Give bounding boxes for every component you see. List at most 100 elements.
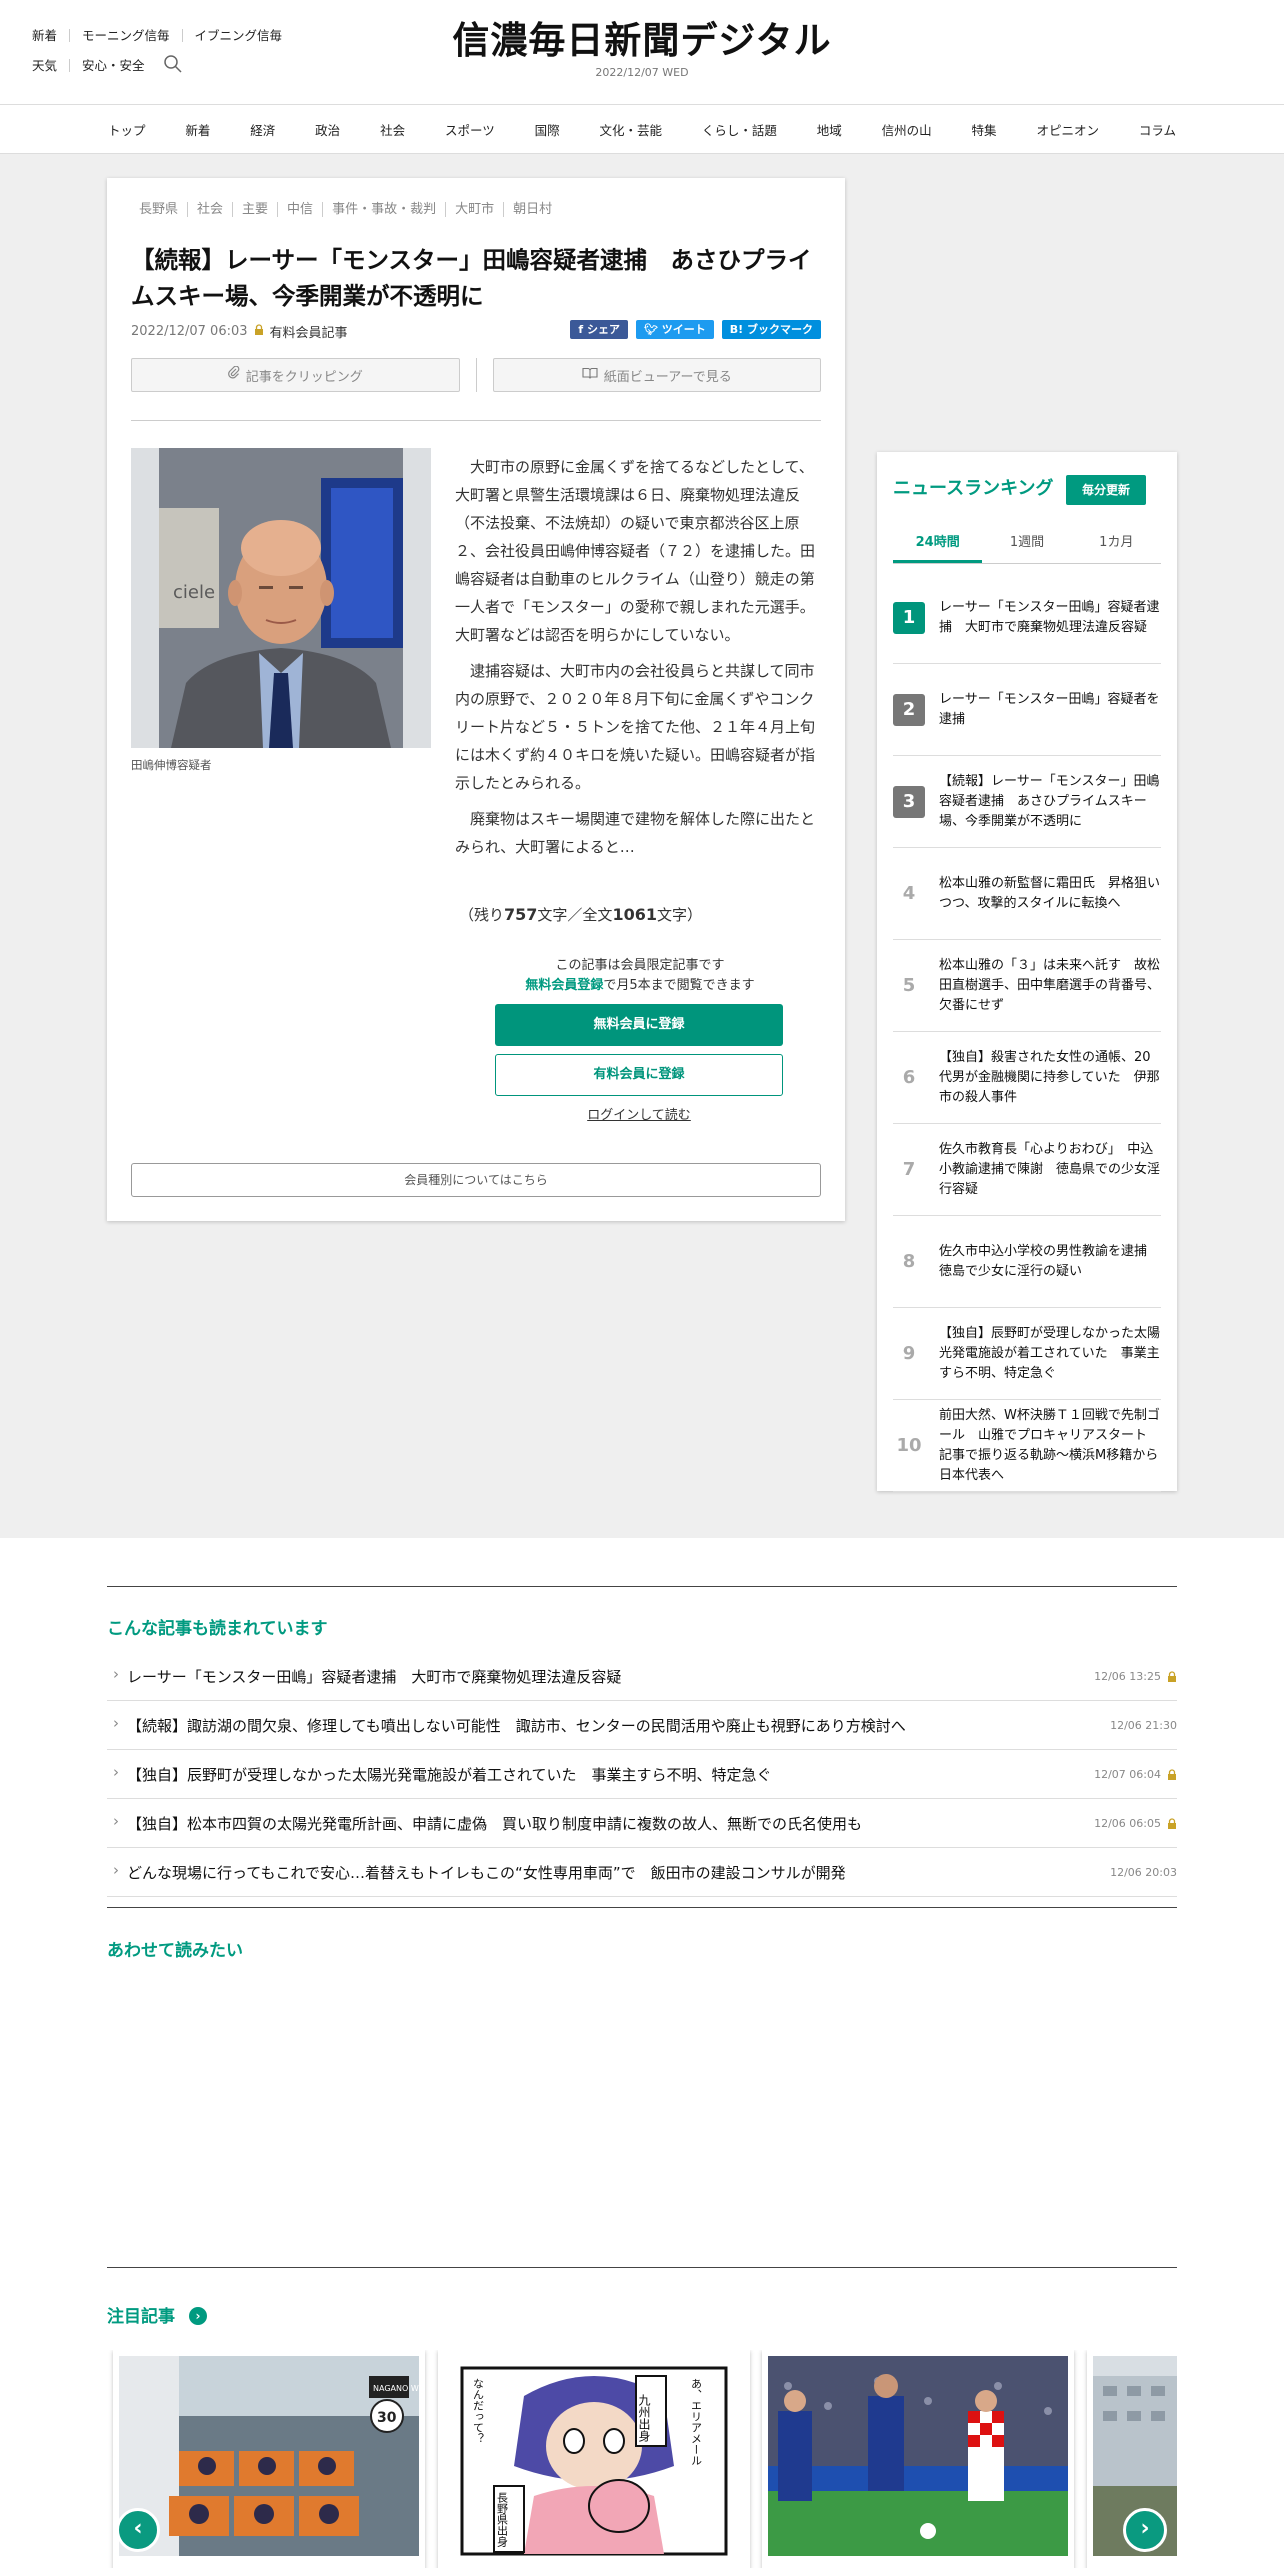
ranking-number: 10	[896, 1434, 922, 1456]
clip-icon	[227, 365, 240, 384]
free-signup-link[interactable]: 無料会員登録	[525, 978, 603, 993]
main-nav: トップ 新着 経済 政治 社会 スポーツ 国際 文化・芸能 くらし・話題 地域 信州の山 特集 オピニオ…	[0, 104, 1284, 154]
nav-item[interactable]: 地域	[803, 120, 856, 139]
tab-24h[interactable]: 24時間	[893, 532, 983, 563]
ranking-title: 佐久市教育長「心よりおわび」 中込小教諭逮捕で陳謝 徳島県での少女淫行容疑	[939, 1141, 1161, 1197]
list-item[interactable]: どんな現場に行ってもこれで安心…着替えもトイレもこの“女性専用車両”で 飯田市の…	[107, 1848, 1177, 1897]
member-types-button[interactable]: 会員種別についてはこちら	[131, 1163, 821, 1197]
twitter-share-button[interactable]: 🐦︎ ツイート	[635, 320, 714, 339]
login-link[interactable]: ログインして読む	[495, 1104, 783, 1123]
remaining-prefix: （残り	[459, 906, 505, 924]
tab-1week[interactable]: 1週間	[982, 532, 1071, 563]
header-link-new[interactable]: 新着	[32, 29, 69, 42]
article-tag[interactable]: 社会	[187, 202, 232, 217]
header-link-weather[interactable]: 天気	[32, 59, 69, 72]
tab-1month[interactable]: 1カ月	[1072, 532, 1161, 563]
article-tag[interactable]: 朝日村	[503, 202, 561, 217]
ranking-title: 前田大然、W杯決勝Ｔ１回戦で先制ゴール 山雅でプロキャリアスタート 記事で振り返…	[939, 1407, 1161, 1483]
hatena-icon: B!	[729, 323, 747, 336]
free-register-button[interactable]: 無料会員に登録	[495, 1004, 783, 1046]
ranking-item[interactable]: 4 松本山雅の新監督に霜田氏 昇格狙いつつ、攻撃的スタイルに転換へ	[893, 848, 1161, 940]
nav-item[interactable]: 特集	[958, 120, 1011, 139]
ranking-item[interactable]: 8 佐久市中込小学校の男性教諭を逮捕 徳島で少女に淫行の疑い	[893, 1216, 1161, 1308]
article-tags: 長野県 社会 主要 中信 事件・事故・裁判 大町市 朝日村	[131, 202, 561, 217]
nav-item[interactable]: くらし・話題	[688, 120, 791, 139]
paper-viewer-button[interactable]: 紙面ビューアーで見る	[492, 358, 821, 392]
nav-item[interactable]: オピニオン	[1022, 120, 1113, 139]
nav-item[interactable]: 政治	[301, 120, 354, 139]
speech-bubble: 九州出身	[637, 2394, 651, 2443]
lock-icon	[1167, 1667, 1177, 1686]
nav-item[interactable]: 経済	[236, 120, 289, 139]
remaining-count: 757	[504, 905, 538, 924]
ranking-item[interactable]: 2 レーサー「モンスター田嶋」容疑者を逮捕	[893, 664, 1161, 756]
featured-card[interactable]	[762, 2350, 1074, 2568]
tools-divider	[475, 358, 477, 392]
hatena-bookmark-button[interactable]: B! ブックマーク	[721, 320, 821, 339]
list-item-date: 12/07 06:04	[1094, 1767, 1161, 1781]
search-icon[interactable]	[157, 54, 195, 76]
article-tag[interactable]: 主要	[232, 202, 277, 217]
list-item[interactable]: レーサー「モンスター田嶋」容疑者逮捕 大町市で廃棄物処理法違反容疑 12/06 1…	[107, 1652, 1177, 1701]
ranking-item[interactable]: 6 【独自】殺害された女性の通帳、20代男が金融機関に持参していた 伊那市の殺人事…	[893, 1032, 1161, 1124]
slider-prev-button[interactable]: ‹	[116, 2508, 160, 2552]
ranking-item[interactable]: 10 前田大然、W杯決勝Ｔ１回戦で先制ゴール 山雅でプロキャリアスタート 記事で振…	[893, 1400, 1161, 1492]
nav-item[interactable]: 国際	[521, 120, 574, 139]
list-item[interactable]: 【独自】松本市四賀の太陽光発電所計画、申請に虚偽 買い取り制度申請に複数の故人、…	[107, 1799, 1177, 1848]
header-links: 新着 モーニング信毎 イブニング信毎 天気 安心・安全	[32, 22, 294, 82]
featured-heading[interactable]: 注目記事 ›	[107, 2302, 207, 2327]
list-item-title: 【独自】松本市四賀の太陽光発電所計画、申請に虚偽 買い取り制度申請に複数の故人、…	[107, 1812, 862, 1834]
ranking-title: 【独自】辰野町が受理しなかった太陽光発電施設が着工されていた 事業主すら不明、特…	[939, 1325, 1161, 1381]
site-header: 新着 モーニング信毎 イブニング信毎 天気 安心・安全 信濃毎日新聞デジタル 2…	[0, 0, 1284, 104]
article-tag[interactable]: 大町市	[445, 202, 503, 217]
nav-item[interactable]: トップ	[94, 120, 160, 139]
article-photo[interactable]: ciele	[131, 448, 431, 748]
nav-item[interactable]: スポーツ	[431, 120, 509, 139]
facebook-share-button[interactable]: f シェア	[570, 320, 628, 339]
divider	[131, 420, 821, 421]
paid-register-button[interactable]: 有料会員に登録	[495, 1054, 783, 1096]
lock-icon	[1167, 1814, 1177, 1833]
nav-item[interactable]: 新着	[171, 120, 224, 139]
featured-card[interactable]: NAGANO WINE 30	[113, 2350, 425, 2568]
featured-image: 九州出身 長野県出身 あ、エリアメール なんだって？	[444, 2356, 744, 2556]
news-ranking: ニュースランキング 毎分更新 24時間 1週間 1カ月 1 レーサー「モンスター田…	[877, 452, 1177, 1492]
ranking-item[interactable]: 7 佐久市教育長「心よりおわび」 中込小教諭逮捕で陳謝 徳島県での少女淫行容疑	[893, 1124, 1161, 1216]
header-link-morning[interactable]: モーニング信毎	[69, 28, 182, 42]
article-tag[interactable]: 長野県	[131, 202, 187, 217]
ranking-item[interactable]: 1 レーサー「モンスター田嶋」容疑者逮捕 大町市で廃棄物処理法違反容疑	[893, 572, 1161, 664]
twitter-icon: 🐦︎	[643, 323, 662, 336]
ranking-item[interactable]: 3 【続報】レーサー「モンスター」田嶋容疑者逮捕 あさひプライムスキー場、今季開業…	[893, 756, 1161, 848]
ranking-item[interactable]: 5 松本山雅の「３」は未来へ託す 故松田直樹選手、田中隼磨選手の背番号、欠番にせず	[893, 940, 1161, 1032]
share-buttons: f シェア 🐦︎ ツイート B! ブックマーク	[570, 320, 821, 339]
ranking-number: 1	[893, 601, 925, 634]
article-title: 【続報】レーサー「モンスター」田嶋容疑者逮捕 あさひプライムスキー場、今季開業が…	[131, 246, 812, 310]
remaining-suffix: 文字）	[656, 906, 702, 924]
chevron-right-icon[interactable]: ›	[189, 2307, 207, 2325]
paywall-message: この記事は会員限定記事です 無料会員登録で月5本まで閲覧できます	[495, 956, 785, 996]
article-meta: 2022/12/07 06:03 有料会員記事	[131, 322, 348, 341]
facebook-share-label: シェア	[586, 323, 620, 336]
section-divider	[107, 2267, 1177, 2268]
nav-item[interactable]: 信州の山	[868, 120, 946, 139]
nav-item[interactable]: コラム	[1125, 120, 1190, 139]
nav-item[interactable]: 社会	[366, 120, 419, 139]
article-body: 大町市の原野に金属くずを捨てるなどしたとして、大町署と県警生活環境課は６日、廃棄…	[455, 453, 823, 869]
list-item[interactable]: 【独自】辰野町が受理しなかった太陽光発電施設が着工されていた 事業主すら不明、特…	[107, 1750, 1177, 1799]
clip-button[interactable]: 記事をクリッピング	[131, 358, 460, 392]
header-link-evening[interactable]: イブニング信毎	[181, 28, 295, 42]
slide1-number: 30	[377, 2410, 397, 2426]
site-logo[interactable]: 信濃毎日新聞デジタル 2022/12/07 WED	[440, 18, 844, 79]
nav-item[interactable]: 文化・芸能	[585, 120, 676, 139]
ranking-item[interactable]: 9 【独自】辰野町が受理しなかった太陽光発電施設が着工されていた 事業主すら不明、…	[893, 1308, 1161, 1400]
ranking-number: 5	[902, 974, 916, 996]
chevron-left-icon: ‹	[133, 2516, 143, 2541]
article-tag[interactable]: 中信	[277, 202, 322, 217]
featured-card[interactable]: 九州出身 長野県出身 あ、エリアメール なんだって？	[438, 2350, 750, 2568]
header-link-safety[interactable]: 安心・安全	[69, 58, 157, 72]
ranking-number: 6	[902, 1066, 916, 1088]
article-tag[interactable]: 事件・事故・裁判	[322, 202, 445, 217]
slider-next-button[interactable]: ›	[1123, 2508, 1167, 2552]
list-item[interactable]: 【続報】諏訪湖の間欠泉、修理しても噴出しない可能性 諏訪市、センターの民間活用や…	[107, 1701, 1177, 1750]
also-read-heading: こんな記事も読まれています	[107, 1619, 328, 1639]
